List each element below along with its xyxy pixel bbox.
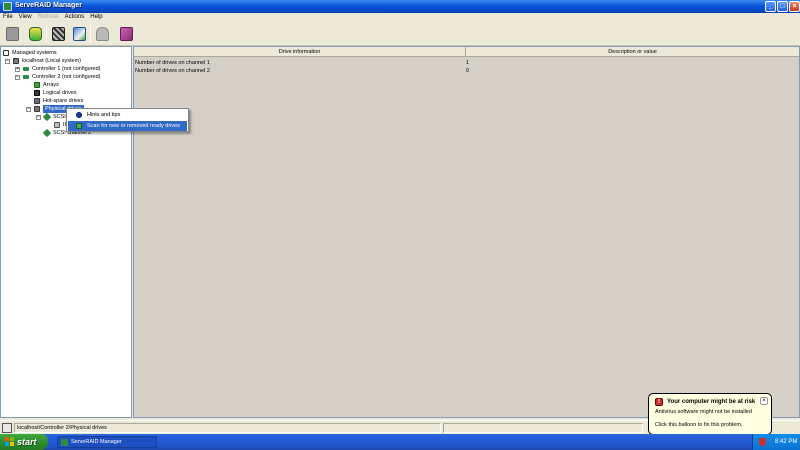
security-shield-icon[interactable] xyxy=(759,438,766,446)
column-header-drive-info[interactable]: Drive information xyxy=(134,47,466,57)
cell-value: 0 xyxy=(466,68,470,74)
menu-file[interactable]: File xyxy=(0,13,16,22)
notifications-button[interactable] xyxy=(93,24,112,44)
physical-drives-icon xyxy=(34,106,40,112)
controller-icon xyxy=(23,75,29,79)
search-drives-button[interactable] xyxy=(70,24,89,44)
cell-drive-info: Number of drives on channel 2 xyxy=(135,68,210,74)
hot-spare-icon xyxy=(34,98,40,104)
app-icon xyxy=(3,2,12,11)
search-drives-icon xyxy=(73,27,86,41)
minimize-button[interactable]: _ xyxy=(765,1,776,12)
logical-drives-icon xyxy=(34,90,40,96)
database-button[interactable] xyxy=(26,24,45,44)
column-header-description[interactable]: Description or value xyxy=(466,47,799,57)
controller-icon xyxy=(23,67,29,71)
expand-toggle[interactable]: − xyxy=(36,115,41,120)
expand-toggle[interactable]: − xyxy=(15,75,20,80)
database-icon xyxy=(29,27,42,41)
balloon-title: Your computer might be at risk xyxy=(667,399,756,405)
menu-help[interactable]: Help xyxy=(87,13,105,22)
open-icon xyxy=(6,27,19,41)
help-book-button[interactable] xyxy=(117,24,136,44)
toolbar-separator xyxy=(46,25,47,43)
title-bar: ServeRAID Manager _ □ × xyxy=(0,0,800,13)
toolbar-separator xyxy=(90,25,91,43)
cell-value: 1 xyxy=(466,60,470,66)
app-icon xyxy=(61,439,68,446)
expand-toggle[interactable]: − xyxy=(26,107,31,112)
menu-remote[interactable]: Remote xyxy=(35,13,62,22)
menu-item-scan-drives[interactable]: Scan for new or removed ready drives xyxy=(68,121,187,131)
status-tree-icon xyxy=(2,423,12,433)
table-row[interactable]: Number of drives on channel 1 1 xyxy=(134,59,799,67)
cell-drive-info: Number of drives on channel 1 xyxy=(135,60,210,66)
info-icon xyxy=(76,112,82,118)
balloon-action[interactable]: Click this balloon to fix this problem. xyxy=(655,422,742,428)
scsi-channel-icon xyxy=(42,112,52,122)
maximize-button[interactable]: □ xyxy=(777,1,788,12)
scsi-channel-icon xyxy=(42,128,52,138)
balloon-message: Antivirus software might not be installe… xyxy=(655,409,752,415)
start-button[interactable]: start xyxy=(0,434,48,450)
menu-bar: File View Remote Actions Help xyxy=(0,13,800,22)
managed-systems-icon xyxy=(3,50,9,56)
table-row[interactable]: Number of drives on channel 2 0 xyxy=(134,67,799,75)
clock[interactable]: 8:42 PM xyxy=(775,434,797,450)
arrays-icon xyxy=(34,82,40,88)
toolbar xyxy=(0,22,800,46)
open-button[interactable] xyxy=(3,24,22,44)
status-path: localhost/Controller 2/Physical drives xyxy=(14,423,441,433)
security-warning-icon: ! xyxy=(655,398,663,406)
raid-config-icon xyxy=(52,27,65,41)
context-menu: Hints and tips Scan for new or removed r… xyxy=(66,108,189,132)
status-field-2 xyxy=(443,423,643,433)
expand-toggle[interactable]: − xyxy=(5,59,10,64)
close-button[interactable]: × xyxy=(789,1,800,12)
drive-info-table: Drive information Description or value N… xyxy=(133,46,800,418)
book-icon xyxy=(120,27,133,41)
system-tray: 8:42 PM xyxy=(752,434,800,450)
hard-drive-icon xyxy=(54,122,60,128)
taskbar-button-serveraid[interactable]: ServeRAID Manager xyxy=(57,436,157,448)
balloon-close-button[interactable]: × xyxy=(760,397,768,405)
tree-panel[interactable]: Managed systems − localhost (Local syste… xyxy=(0,46,132,418)
windows-logo-icon xyxy=(5,437,15,447)
bell-icon xyxy=(96,27,109,41)
menu-actions[interactable]: Actions xyxy=(62,13,88,22)
expand-toggle[interactable]: + xyxy=(15,67,20,72)
table-header: Drive information Description or value xyxy=(134,47,799,57)
scan-drives-icon xyxy=(76,123,82,129)
menu-item-hints-and-tips[interactable]: Hints and tips xyxy=(68,110,187,120)
computer-icon xyxy=(13,58,19,64)
raid-config-button[interactable] xyxy=(49,24,68,44)
security-balloon[interactable]: ! Your computer might be at risk Antivir… xyxy=(648,393,772,440)
window-title: ServeRAID Manager xyxy=(15,2,82,9)
menu-view[interactable]: View xyxy=(16,13,35,22)
taskbar: start ServeRAID Manager 8:42 PM xyxy=(0,434,800,450)
